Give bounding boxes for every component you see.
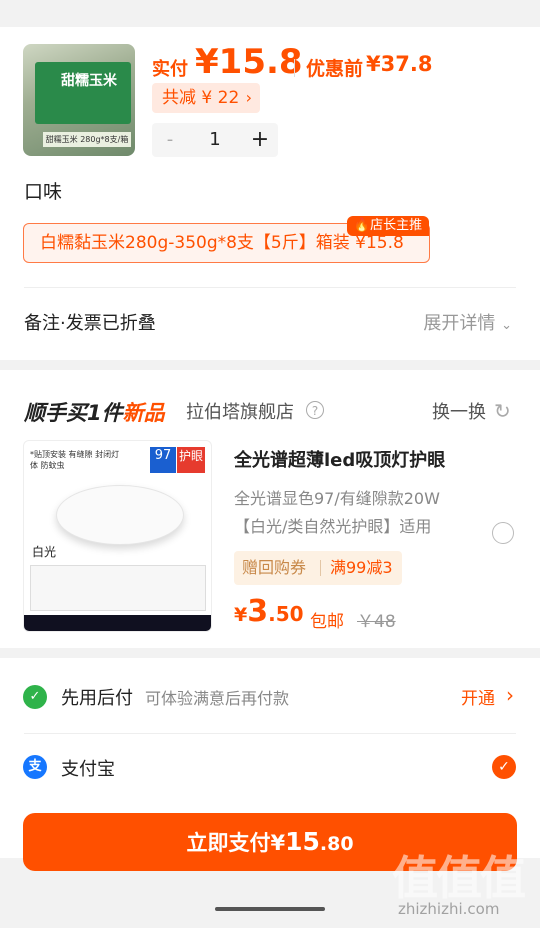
lamp-feature-strip [24,615,211,631]
alipay-selected-check-icon[interactable]: ✓ [492,755,516,779]
quantity-input[interactable]: 1 [192,123,238,157]
pay-now-currency: ¥ [270,831,286,855]
expand-details-text: 展开详情 [423,313,496,334]
pay-now-decimal: .80 [319,833,354,855]
pay-now-text: 立即支付 [186,831,271,855]
chevron-right-icon[interactable]: › [506,683,514,707]
help-icon[interactable]: ? [306,401,324,419]
chevron-right-icon: › [245,88,252,107]
addon-promo-tags: 赠回购券 满99减3 [234,551,402,585]
addon-title-prefix: 顺手买1件 [24,401,123,425]
addon-title-accent: 新品 [122,401,165,425]
addon-original-price: ￥48 [357,612,396,632]
chevron-down-icon: ⌄ [501,318,512,333]
store-recommend-badge: 🔥店长主推 [347,216,429,236]
discount-total-text: 共减 ¥ 22 [162,88,240,108]
refresh-icon[interactable]: ↻ [494,399,511,423]
ceiling-lamp-illustration [56,485,184,545]
cri-badge: 97 [150,447,176,473]
eye-care-badge: 护眼 [177,447,205,473]
addon-product-title[interactable]: 全光谱超薄led吸顶灯护眼 [234,446,445,472]
notes-invoice-label: 备注·发票已折叠 [24,313,156,334]
addon-recommend-card: 顺手买1件新品 拉伯塔旗舰店 ? 换一换 ↻ *贴顶安装 有缝隙 封闭灯体 防蚊… [0,370,540,648]
addon-price: ¥3.50 [234,594,304,629]
original-price: ¥37.8 [366,52,433,76]
lamp-image-caption: *贴顶安装 有缝隙 封闭灯体 防蚊虫 [30,450,120,470]
payment-card: ✓ 先用后付 可体验满意后再付款 开通 › 支 支付宝 ✓ 立即支付¥15.80 [0,658,540,871]
quantity-plus-button[interactable]: + [242,123,278,157]
lamp-light-label: 白光 [32,545,57,559]
thumbnail-brand-text: 甜糯玉米 [61,73,117,89]
coupon-tag: 赠回购券 [242,558,307,577]
watermark-url: zhizhizhi.com [398,900,500,918]
addon-product-image[interactable]: *贴顶安装 有缝隙 封闭灯体 防蚊虫 97 护眼 白光 [23,440,212,632]
addon-price-int: 3 [247,594,269,629]
alipay-label[interactable]: 支付宝 [61,755,115,781]
addon-select-radio[interactable] [492,522,514,544]
price-divider [294,59,295,77]
paid-price: ¥15.8 [195,42,303,82]
lamp-spec-table [30,565,206,611]
free-shipping-label: 包邮 [310,612,344,632]
paid-label: 实付 [152,59,188,80]
addon-price-dec: .50 [268,602,304,626]
watermark-logo: 值值值 [392,851,526,905]
discount-tag: 满99减3 [330,558,393,577]
pay-now-amount: 15 [285,827,320,856]
addon-shop-name[interactable]: 拉伯塔旗舰店 [186,398,294,424]
divider [24,287,516,288]
flame-icon: 🔥 [353,218,371,233]
store-recommend-text: 店长主推 [370,218,423,233]
pay-later-open-link[interactable]: 开通 [461,684,495,709]
addon-price-currency: ¥ [234,604,248,626]
shopping-bag-check-icon: ✓ [23,685,47,709]
addon-title: 顺手买1件新品 [24,397,165,427]
discount-total-button[interactable]: 共减 ¥ 22 › [152,83,260,113]
tag-divider [320,560,321,576]
product-thumbnail[interactable]: 甜糯玉米 甜糯玉米 280g*8支/箱 [23,44,135,156]
pay-later-label: 先用后付 [61,688,133,709]
home-indicator[interactable] [215,907,325,911]
thumbnail-sub-text: 甜糯玉米 280g*8支/箱 [43,132,131,147]
expand-details-button[interactable]: 展开详情 ⌄ [423,309,512,335]
addon-product-desc: 【白光/类自然光护眼】适用 [234,517,432,536]
divider [24,733,516,734]
pay-later-description: 可体验满意后再付款 [145,689,290,708]
original-price-label: 优惠前 [306,58,364,80]
order-product-card: 甜糯玉米 甜糯玉米 280g*8支/箱 实付 ¥15.8 优惠前 ¥37.8 共… [0,27,540,360]
quantity-minus-button[interactable]: - [152,123,188,157]
quantity-stepper: - 1 + [152,123,278,157]
addon-product-spec: 全光谱显色97/有缝隙款20W [234,489,440,508]
flavor-title: 口味 [24,181,63,203]
alipay-icon: 支 [23,755,47,779]
swap-button[interactable]: 换一换 [432,398,486,424]
